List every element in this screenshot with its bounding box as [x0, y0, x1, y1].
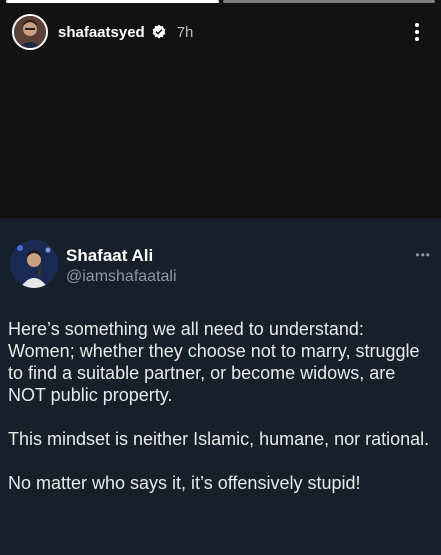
more-horizontal-icon: •••	[415, 248, 431, 262]
progress-segment	[222, 0, 435, 3]
tweet-paragraph: Here’s something we all need to understa…	[8, 319, 420, 405]
avatar[interactable]	[12, 14, 48, 50]
story-header: shafaatsyed 7h	[12, 12, 429, 52]
tweet-paragraph: This mindset is neither Islamic, humane,…	[8, 429, 430, 449]
avatar-image	[14, 16, 46, 48]
tweet-body: Here’s something we all need to understa…	[8, 318, 433, 516]
tweet-avatar	[10, 240, 58, 288]
story-timestamp: 7h	[176, 23, 194, 41]
tweet-paragraph: No matter who says it, it’s offensively …	[8, 473, 361, 493]
tweet-avatar-image	[10, 240, 58, 288]
tweet-handle: @iamshafaatali	[66, 268, 177, 285]
tweet-card: Shafaat Ali @iamshafaatali ••• Here’s so…	[0, 218, 441, 555]
more-vertical-icon[interactable]	[405, 20, 429, 44]
tweet-display-name: Shafaat Ali	[66, 246, 154, 265]
progress-segment	[6, 0, 219, 3]
story-username[interactable]: shafaatsyed	[58, 24, 145, 41]
story-progress-bar	[0, 0, 441, 3]
verified-badge-icon	[152, 24, 166, 39]
